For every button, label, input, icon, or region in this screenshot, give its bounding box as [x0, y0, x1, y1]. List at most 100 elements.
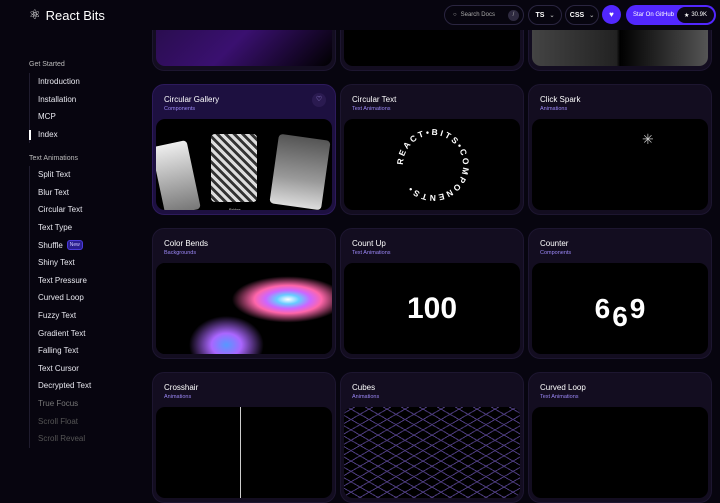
sidebar-item-text-cursor[interactable]: Text Cursor — [30, 360, 91, 378]
sidebar-item-label: MCP — [38, 112, 56, 122]
card-title: Circular Text — [352, 95, 397, 104]
card-category: Text Animations — [540, 394, 579, 400]
card-preview — [532, 407, 708, 498]
get-started-group: Introduction Installation MCP Index — [29, 73, 80, 144]
heart-icon: ♥ — [609, 10, 614, 19]
sidebar-item-label: Fuzzy Text — [38, 311, 77, 321]
card-circular-text[interactable]: Circular Text Text Animations REACT•BITS… — [340, 84, 524, 215]
spark-icon: ✳ — [642, 131, 654, 147]
sidebar-item-installation[interactable]: Installation — [30, 91, 80, 109]
chevron-down-icon: ⌄ — [549, 12, 555, 19]
card-category: Backgrounds — [164, 250, 197, 256]
section-title: Get Started — [29, 61, 65, 68]
sidebar-item-fuzzy-text[interactable]: Fuzzy Text — [30, 307, 91, 325]
card-category: Animations — [164, 394, 192, 400]
sidebar-item-blur-text[interactable]: Blur Text — [30, 184, 91, 202]
sidebar-item-label: Shuffle — [38, 240, 63, 250]
sidebar-item-index[interactable]: Index — [29, 126, 80, 144]
card-title: Counter — [540, 239, 569, 248]
sidebar-item-scroll-reveal[interactable]: Scroll Reveal — [30, 430, 91, 448]
card-preview: ✳ — [532, 119, 708, 210]
sidebar-item-label: Split Text — [38, 170, 71, 180]
section-title: Text Animations — [29, 155, 79, 162]
sidebar-item-label: Circular Text — [38, 205, 83, 215]
card-preview: Bridge Desk Setup — [156, 119, 332, 210]
card-count-up[interactable]: Count Up Text Animations 100 — [340, 228, 524, 359]
card-title: Curved Loop — [540, 383, 586, 392]
card-category: Text Animations — [352, 250, 391, 256]
sidebar-item-label: Falling Text — [38, 346, 79, 356]
card-title: Crosshair — [164, 383, 199, 392]
sidebar-item-scroll-float[interactable]: Scroll Float — [30, 412, 91, 430]
search-input[interactable]: ○ Search Docs / — [444, 5, 524, 25]
text-animations-group: Split Text Blur Text Circular Text Text Typ… — [29, 166, 91, 448]
search-shortcut: / — [508, 10, 519, 21]
sidebar-item-split-text[interactable]: Split Text — [30, 166, 91, 184]
sidebar-item-label: Decrypted Text — [38, 381, 92, 391]
sidebar-item-label: True Focus — [38, 399, 79, 409]
sidebar-item-label: Shiny Text — [38, 258, 75, 268]
sidebar-item-mcp[interactable]: MCP — [30, 108, 80, 126]
card-title: Cubes — [352, 383, 376, 392]
brand-logo[interactable]: ⚛ React Bits — [29, 7, 105, 23]
sidebar-item-text-pressure[interactable]: Text Pressure — [30, 272, 91, 290]
card-title: Click Spark — [540, 95, 581, 104]
sidebar-item-label: Blur Text — [38, 187, 69, 197]
counter-digit: 6 — [594, 292, 611, 324]
heart-outline-icon: ♡ — [315, 96, 323, 103]
card-color-bends[interactable]: Color Bends Backgrounds — [152, 228, 336, 359]
sidebar-item-curved-loop[interactable]: Curved Loop — [30, 289, 91, 307]
circular-text: REACT•BITS•COMPONENTS• — [395, 127, 469, 203]
count-value: 100 — [406, 291, 458, 325]
sidebar-item-label: Gradient Text — [38, 328, 86, 338]
search-placeholder: Search Docs — [460, 12, 495, 18]
style-value: CSS — [569, 11, 585, 19]
star-icon: ★ — [683, 12, 690, 19]
card-category: Text Animations — [352, 106, 391, 112]
card-category: Components — [164, 106, 196, 112]
sidebar-item-label: Text Cursor — [38, 363, 79, 373]
sidebar-item-label: Index — [38, 130, 58, 140]
star-count: ★ 30.9K — [677, 7, 714, 23]
card-crosshair[interactable]: Crosshair Animations — [152, 372, 336, 503]
sidebar-item-shuffle[interactable]: Shuffle New — [30, 236, 91, 254]
sidebar-item-label: Text Pressure — [38, 275, 87, 285]
sidebar-item-gradient-text[interactable]: Gradient Text — [30, 324, 91, 342]
sidebar-item-label: Scroll Float — [38, 416, 79, 426]
sidebar-item-label: Installation — [38, 94, 77, 104]
card-preview: 100 — [344, 263, 520, 354]
sidebar-item-true-focus[interactable]: True Focus — [30, 395, 91, 413]
card-preview — [344, 407, 520, 498]
sidebar-item-shiny-text[interactable]: Shiny Text — [30, 254, 91, 272]
search-icon: ○ — [453, 12, 457, 18]
card-category: Animations — [352, 394, 380, 400]
gallery-caption: Bridge — [229, 207, 241, 210]
star-count-value: 30.9K — [691, 12, 708, 18]
card-counter[interactable]: Counter Components 6 6 9 — [528, 228, 712, 359]
counter-digit: 9 — [629, 292, 646, 324]
github-star-button[interactable]: Star On GitHub ★ 30.9K — [626, 5, 716, 25]
card-title: Count Up — [352, 239, 386, 248]
svg-text:REACT•BITS•COMPONENTS•: REACT•BITS•COMPONENTS• — [395, 127, 471, 203]
card-title: Circular Gallery — [164, 95, 220, 104]
brand-name: React Bits — [45, 7, 105, 23]
sidebar-item-decrypted-text[interactable]: Decrypted Text — [30, 377, 91, 395]
sidebar-item-falling-text[interactable]: Falling Text — [30, 342, 91, 360]
style-select[interactable]: CSS ⌄ — [565, 5, 599, 25]
favorite-button[interactable]: ♡ — [312, 93, 326, 107]
card-curved-loop[interactable]: Curved Loop Text Animations — [528, 372, 712, 503]
language-select[interactable]: TS ⌄ — [528, 5, 562, 25]
favorites-button[interactable]: ♥ — [602, 5, 621, 24]
sidebar-item-text-type[interactable]: Text Type — [30, 219, 91, 237]
language-value: TS — [535, 11, 545, 19]
github-label: Star On GitHub — [633, 12, 675, 18]
card-cubes[interactable]: Cubes Animations — [340, 372, 524, 503]
sidebar-item-introduction[interactable]: Introduction — [30, 73, 80, 91]
card-circular-gallery[interactable]: Circular Gallery Components ♡ Bridge Des… — [152, 84, 336, 215]
card-category: Animations — [540, 106, 568, 112]
card-click-spark[interactable]: Click Spark Animations ✳ — [528, 84, 712, 215]
card-preview: 6 6 9 — [532, 263, 708, 354]
sidebar-item-circular-text[interactable]: Circular Text — [30, 201, 91, 219]
top-bar: ⚛ React Bits ○ Search Docs / TS ⌄ CSS ⌄ ♥ … — [0, 0, 720, 30]
sidebar-item-label: Scroll Reveal — [38, 434, 86, 444]
